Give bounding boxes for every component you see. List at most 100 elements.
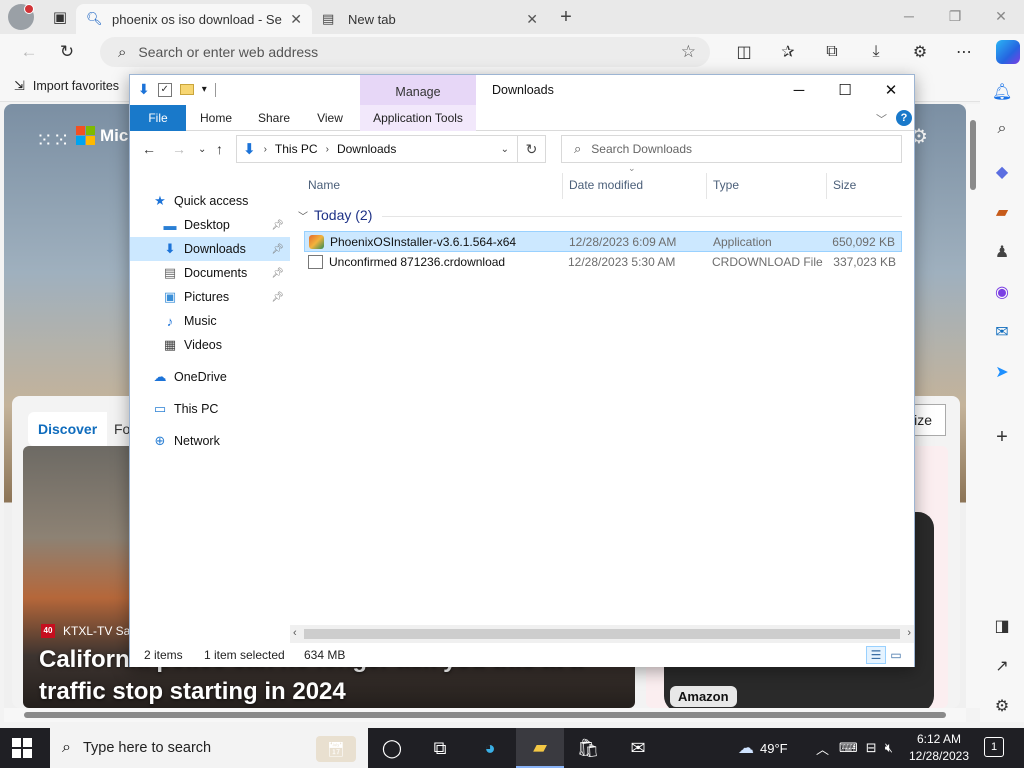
file-list-horizontal-scrollbar[interactable]: ‹ › <box>290 625 914 643</box>
show-hidden-icons-icon[interactable]: ︿ <box>816 739 829 758</box>
close-window-button[interactable]: ✕ <box>868 75 914 105</box>
close-icon[interactable]: ✕ <box>290 11 302 28</box>
notification-bell-icon[interactable]: 🔔︎ <box>980 82 1024 102</box>
taskbar-search-input[interactable] <box>82 740 283 756</box>
page-vertical-scrollbar[interactable] <box>966 104 980 708</box>
breadcrumb-this-pc[interactable]: This PC <box>275 142 318 156</box>
volume-muted-icon[interactable]: 🔇︎ <box>885 740 893 756</box>
weather-widget[interactable]: ☁ 49°F <box>738 728 788 768</box>
nav-item-this-pc[interactable]: ▭ This PC <box>130 397 290 421</box>
apps-grid-icon[interactable]: ⁙⁙ <box>36 128 70 153</box>
explorer-address-bar[interactable]: ⬇ › This PC › Downloads ⌄ <box>236 135 518 163</box>
expand-ribbon-icon[interactable]: ﹀ <box>876 111 887 127</box>
refresh-button[interactable]: ↻ <box>518 135 546 163</box>
column-header-name[interactable]: Name <box>300 167 562 203</box>
hide-sidebar-icon[interactable]: ◨ <box>980 616 1024 636</box>
breadcrumb-downloads[interactable]: Downloads <box>337 142 396 156</box>
taskbar-search[interactable]: ⌕ 📅︎ <box>50 728 368 768</box>
add-sidebar-app-icon[interactable]: + <box>980 426 1024 449</box>
microsoft-365-icon[interactable]: ◉ <box>980 282 1024 302</box>
properties-icon[interactable]: ✓ <box>157 82 172 97</box>
new-folder-icon[interactable] <box>179 84 194 95</box>
refresh-button[interactable]: ↻ <box>50 37 84 67</box>
breadcrumb-separator[interactable]: › <box>326 144 329 155</box>
new-tab-button[interactable]: + <box>552 6 580 29</box>
games-icon[interactable]: ♟ <box>980 242 1024 262</box>
column-header-date-modified[interactable]: Date modified <box>561 167 705 203</box>
feed-tab-next[interactable]: Fo <box>114 412 130 446</box>
details-view-icon[interactable]: ☰ <box>866 646 886 664</box>
back-button[interactable]: ← <box>12 37 46 67</box>
maximize-button[interactable]: ☐ <box>822 75 868 105</box>
address-input[interactable] <box>138 44 639 60</box>
ribbon-tab-share[interactable]: Share <box>246 105 302 131</box>
outlook-icon[interactable]: ✉ <box>980 322 1024 342</box>
import-favorites-button[interactable]: ⇲ Import favorites <box>14 78 119 94</box>
open-external-icon[interactable]: ↗ <box>980 656 1024 676</box>
favorite-star-icon[interactable]: ☆ <box>681 42 696 62</box>
scroll-left-icon[interactable]: ‹ <box>293 627 297 639</box>
back-button[interactable]: ← <box>142 141 156 157</box>
help-icon[interactable]: ? <box>896 110 912 126</box>
meet-now-icon[interactable]: ⌨ <box>839 740 858 756</box>
nav-item-documents[interactable]: ▤ Documents 📌︎ <box>130 261 290 285</box>
column-header-type[interactable]: Type <box>705 167 825 203</box>
favorites-icon[interactable]: ✰ <box>766 37 810 67</box>
restore-button[interactable]: ❐ <box>932 0 978 32</box>
ribbon-tab-view[interactable]: View <box>304 105 356 131</box>
nav-item-downloads[interactable]: ⬇ Downloads 📌︎ <box>130 237 290 261</box>
copilot-button[interactable] <box>986 37 1024 67</box>
edge-browser-icon[interactable]: ◕ <box>466 728 514 768</box>
column-header-size[interactable]: Size <box>825 167 905 203</box>
nav-item-quick-access[interactable]: ★ Quick access <box>130 189 290 213</box>
group-header-today[interactable]: ﹀ Today (2) <box>298 207 372 223</box>
task-view-icon[interactable]: ⧉ <box>416 728 464 768</box>
downloads-icon[interactable]: ⤓ <box>854 37 898 67</box>
notification-center-icon[interactable]: 1 <box>984 737 1004 757</box>
download-arrow-icon[interactable]: ⬇ <box>138 81 150 98</box>
table-row[interactable]: Unconfirmed 871236.crdownload 12/28/2023… <box>304 252 902 273</box>
extensions-icon[interactable]: ⚙ <box>898 37 942 67</box>
start-button[interactable] <box>12 738 32 758</box>
close-icon[interactable]: ✕ <box>526 11 538 28</box>
feed-tab-discover[interactable]: Discover <box>28 412 108 446</box>
ribbon-tab-home[interactable]: Home <box>188 105 244 131</box>
nav-item-desktop[interactable]: ▬ Desktop 📌︎ <box>130 213 290 237</box>
minimize-button[interactable]: ─ <box>886 0 932 32</box>
address-bar[interactable]: ⌕ ☆ <box>100 37 710 67</box>
nav-item-videos[interactable]: ▦ Videos <box>130 333 290 357</box>
explorer-search-input[interactable] <box>591 142 882 156</box>
nav-item-network[interactable]: ⊕ Network <box>130 429 290 453</box>
more-menu-icon[interactable]: ⋯ <box>942 37 986 67</box>
shopping-tag-icon[interactable]: ◆ <box>980 162 1024 182</box>
profile-avatar[interactable] <box>8 4 34 30</box>
scrollbar-thumb[interactable] <box>24 712 946 718</box>
nav-item-onedrive[interactable]: ☁ OneDrive <box>130 365 290 389</box>
up-button[interactable]: ↑ <box>216 141 223 157</box>
mail-icon[interactable]: ✉ <box>614 728 662 768</box>
search-icon[interactable]: ⌕ <box>980 120 1024 138</box>
ribbon-tab-file[interactable]: File <box>130 105 186 131</box>
scroll-right-icon[interactable]: › <box>907 627 911 639</box>
customize-toolbar-icon[interactable]: ▾ <box>202 84 207 95</box>
sidebar-settings-icon[interactable]: ⚙ <box>980 696 1024 716</box>
breadcrumb-separator[interactable]: › <box>264 144 267 155</box>
cortana-icon[interactable]: ◯ <box>368 728 416 768</box>
scrollbar-thumb[interactable] <box>970 120 976 190</box>
explorer-search-box[interactable]: ⌕ <box>561 135 902 163</box>
system-clock[interactable]: 6:12 AM 12/28/2023 <box>908 731 970 765</box>
recent-locations-icon[interactable]: ⌄ <box>198 144 206 155</box>
ribbon-tab-application-tools[interactable]: Application Tools <box>360 105 476 131</box>
large-icons-view-icon[interactable]: ▭ <box>886 646 906 664</box>
tab-actions-icon[interactable]: ▣ <box>44 3 76 31</box>
scrollbar-thumb[interactable] <box>304 629 900 639</box>
close-window-button[interactable]: ✕ <box>978 0 1024 32</box>
table-row[interactable]: PhoenixOSInstaller-v3.6.1.564-x64 12/28/… <box>304 231 902 252</box>
page-horizontal-scrollbar[interactable] <box>4 708 966 722</box>
network-icon[interactable]: ⊟ <box>866 740 877 756</box>
chevron-down-icon[interactable]: ⌄ <box>501 144 509 155</box>
tools-icon[interactable]: ▰ <box>980 202 1024 222</box>
nav-item-music[interactable]: ♪ Music <box>130 309 290 333</box>
tab-new-tab[interactable]: ▤ New tab ✕ <box>312 4 548 34</box>
split-screen-icon[interactable]: ◫ <box>722 37 766 67</box>
